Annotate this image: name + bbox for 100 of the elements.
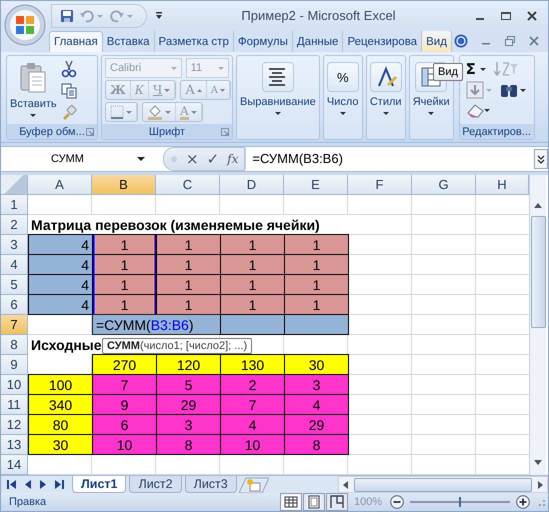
cell-text: 1 xyxy=(312,276,320,292)
copy-icon[interactable] xyxy=(60,83,77,99)
caret-icon xyxy=(340,112,346,115)
row-header[interactable]: 9 xyxy=(1,355,28,375)
maximize-icon[interactable] xyxy=(500,10,512,22)
cell-text: 1 xyxy=(312,296,320,312)
caret-icon xyxy=(428,112,434,115)
scissors-icon[interactable] xyxy=(60,60,77,78)
sheet-tab[interactable]: Лист2 xyxy=(129,476,182,493)
column-header[interactable]: D xyxy=(220,175,284,195)
ribbon-group-button[interactable]: Выравнивание xyxy=(237,56,319,139)
row-header[interactable]: 3 xyxy=(1,235,28,255)
cell-text: 10 xyxy=(116,436,132,452)
row-header[interactable]: 1 xyxy=(1,195,28,215)
caret-icon xyxy=(220,88,225,92)
row-header[interactable]: 11 xyxy=(1,395,28,415)
cell-text: 130 xyxy=(240,356,264,372)
group-label: Редактиров... xyxy=(462,126,531,138)
column-header[interactable]: A xyxy=(28,175,92,195)
cell-text: 120 xyxy=(176,356,200,372)
column-header[interactable]: G xyxy=(412,175,476,195)
customize-caret-icon[interactable] xyxy=(155,10,163,20)
row-header[interactable]: 6 xyxy=(1,295,28,315)
caret-icon xyxy=(30,114,36,117)
previous-sheet-icon[interactable] xyxy=(24,480,32,489)
close-icon[interactable] xyxy=(526,10,538,22)
restore-icon[interactable] xyxy=(504,35,516,47)
cell-text: 4 xyxy=(81,296,89,312)
ribbon-group-button[interactable]: % Число xyxy=(324,56,362,139)
page-break-icon[interactable] xyxy=(326,493,348,511)
cell-text: 1 xyxy=(248,296,256,312)
cell-text: 5 xyxy=(184,376,192,392)
caret-icon xyxy=(218,66,224,70)
cell-text: 30 xyxy=(308,356,324,372)
window-title: Пример2 - Microsoft Excel xyxy=(240,8,397,23)
brush-icon[interactable] xyxy=(60,104,77,120)
scroll-down-icon[interactable] xyxy=(534,460,542,465)
scroll-right-icon[interactable] xyxy=(538,480,543,488)
sheet-tab[interactable]: Лист3 xyxy=(184,476,237,493)
cell-text: 10 xyxy=(244,436,260,452)
ribbon-tab[interactable]: Главная xyxy=(49,31,103,52)
expand-icon[interactable] xyxy=(534,149,548,169)
cell-text: 3 xyxy=(184,416,192,432)
caret-icon xyxy=(480,68,486,70)
caret-icon xyxy=(165,110,171,114)
function-tooltip: СУММ(число1; [число2]; ...) xyxy=(102,338,252,354)
vertical-scrollbar[interactable] xyxy=(529,175,546,475)
paste-button[interactable]: Вставить xyxy=(10,58,57,122)
cell-text: 340 xyxy=(48,396,72,412)
caret-icon xyxy=(164,88,170,92)
normal-view-icon[interactable] xyxy=(280,493,302,511)
first-sheet-icon[interactable] xyxy=(7,480,17,489)
up-caret-icon xyxy=(196,88,202,92)
sheet-tab[interactable]: Лист1 xyxy=(72,476,126,493)
column-header[interactable]: C xyxy=(156,175,220,195)
row-header[interactable]: 13 xyxy=(1,435,28,455)
row-header[interactable]: 5 xyxy=(1,275,28,295)
cell-text: 1 xyxy=(312,236,320,252)
insert-sheet-icon[interactable] xyxy=(238,476,269,492)
cell-editor[interactable]: =СУММ(B3:B6) xyxy=(92,314,221,335)
ribbon-tab[interactable]: Вид xyxy=(422,31,452,52)
caret-icon xyxy=(126,110,132,114)
column-header[interactable]: B xyxy=(92,175,156,195)
name-box[interactable]: СУММ xyxy=(1,153,151,165)
zoom-in-icon[interactable] xyxy=(516,495,530,509)
horizontal-scrollbar[interactable] xyxy=(338,476,548,493)
row-header[interactable]: 10 xyxy=(1,375,28,395)
cell-text: 1 xyxy=(248,276,256,292)
scroll-left-icon[interactable] xyxy=(343,480,348,488)
zoom-out-icon[interactable] xyxy=(390,495,404,509)
row-header[interactable]: 12 xyxy=(1,415,28,435)
cell-text: 7 xyxy=(248,396,256,412)
column-header[interactable]: E xyxy=(284,175,348,195)
row-header[interactable]: 8 xyxy=(1,335,28,355)
enter-button[interactable]: ✓ xyxy=(206,152,220,166)
caret-icon xyxy=(382,112,389,115)
row-header[interactable]: 2 xyxy=(1,215,28,235)
cell-text: 1 xyxy=(248,236,256,252)
cell-text: 8 xyxy=(312,436,320,452)
save-icon[interactable] xyxy=(60,8,74,22)
eraser-icon[interactable] xyxy=(466,102,490,118)
ribbon-group-button[interactable]: Стили xyxy=(366,56,405,139)
column-header[interactable]: H xyxy=(476,175,529,195)
page-layout-icon[interactable] xyxy=(303,493,325,511)
column-header[interactable]: F xyxy=(348,175,412,195)
scroll-up-icon[interactable] xyxy=(534,203,542,208)
row-header[interactable]: 7 xyxy=(1,315,28,335)
autosum-button[interactable]: Σ xyxy=(466,60,486,78)
insert-function-button[interactable]: fx xyxy=(227,152,238,166)
cell-text: 8 xyxy=(184,436,192,452)
fill-down-icon[interactable] xyxy=(466,81,492,99)
row-header[interactable]: 14 xyxy=(1,455,28,475)
cell-text: 4 xyxy=(81,236,89,252)
cell-text: 1 xyxy=(184,256,192,272)
row-header[interactable]: 4 xyxy=(1,255,28,275)
cell-text: 1 xyxy=(120,276,128,292)
last-sheet-icon[interactable] xyxy=(54,480,64,489)
cancel-button[interactable]: × xyxy=(186,152,199,166)
cell-text: 6 xyxy=(120,416,128,432)
next-sheet-icon[interactable] xyxy=(39,480,47,489)
